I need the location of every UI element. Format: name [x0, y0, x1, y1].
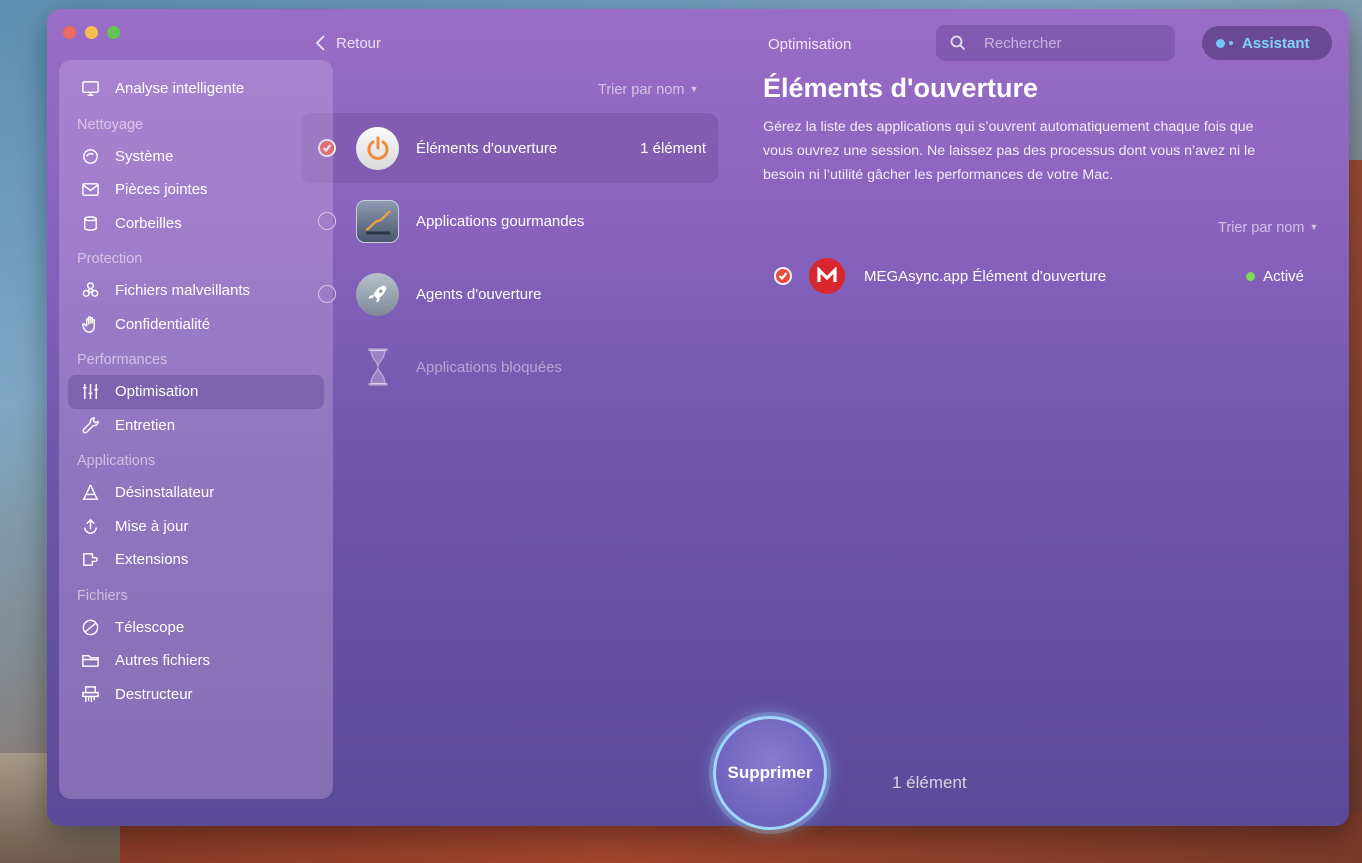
app-window: Analyse intelligente Nettoyage Système P… — [47, 9, 1349, 826]
sidebar-item-extensions[interactable]: Extensions — [68, 543, 324, 577]
minimize-window-button[interactable] — [85, 26, 98, 39]
detail-title: Éléments d'ouverture — [763, 73, 1038, 103]
sidebar-section-title: Fichiers — [77, 587, 128, 604]
sidebar-item-label: Système — [115, 147, 174, 165]
sidebar-item-optimization[interactable]: Optimisation — [68, 375, 324, 409]
monitor-icon — [80, 79, 100, 99]
page-header-title: Optimisation — [768, 36, 852, 53]
sidebar-item-label: Corbeilles — [115, 214, 182, 232]
uninstaller-icon — [80, 483, 100, 503]
window-controls — [63, 26, 120, 39]
item-name: MEGAsync.app Élément d'ouverture — [864, 267, 1107, 285]
sidebar-item-label: Mise à jour — [115, 517, 189, 535]
back-label: Retour — [336, 34, 382, 52]
mega-logo-icon — [809, 258, 845, 294]
category-label: Éléments d'ouverture — [416, 139, 558, 157]
sidebar-item-label: Autres fichiers — [115, 652, 211, 670]
sidebar-item-label: Entretien — [115, 416, 176, 434]
caret-down-icon: ▼ — [689, 84, 699, 94]
back-button[interactable]: Retour — [314, 34, 381, 52]
shredder-icon — [80, 684, 100, 704]
sidebar: Analyse intelligente Nettoyage Système P… — [59, 60, 333, 799]
sidebar-item-label: Pièces jointes — [115, 181, 208, 199]
assistant-dots-icon — [1216, 38, 1233, 48]
mail-attachment-icon — [80, 180, 100, 200]
rocket-icon — [356, 272, 399, 316]
sidebar-item-label: Fichiers malveillants — [115, 282, 251, 300]
category-login-items[interactable]: Éléments d'ouverture 1 élément — [301, 113, 718, 183]
category-launch-agents[interactable]: Agents d'ouverture — [301, 259, 718, 329]
sidebar-item-smart-scan[interactable]: Analyse intelligente — [68, 72, 324, 106]
item-status-label: Activé — [1263, 267, 1304, 285]
selected-count: 1 élément — [892, 773, 967, 792]
sidebar-item-malware[interactable]: Fichiers malveillants — [68, 274, 324, 308]
detail-description: Gérez la liste des applications qui s’ou… — [763, 119, 1256, 183]
sidebar-item-label: Télescope — [115, 618, 185, 636]
sidebar-item-label: Destructeur — [115, 685, 193, 703]
sidebar-item-maintenance[interactable]: Entretien — [68, 409, 324, 443]
sidebar-item-label: Analyse intelligente — [115, 80, 245, 98]
biohazard-icon — [80, 281, 100, 301]
assistant-button[interactable]: Assistant — [1202, 26, 1332, 60]
category-label: Applications gourmandes — [416, 212, 585, 230]
detail-sort-button[interactable]: Trier par nom ▼ — [1218, 220, 1318, 236]
category-blocked-apps: Applications bloquées — [301, 332, 718, 402]
sidebar-item-label: Confidentialité — [115, 315, 211, 333]
power-icon — [356, 126, 399, 170]
sidebar-section-title: Applications — [77, 453, 156, 469]
search-icon — [950, 35, 966, 51]
lens-icon — [80, 617, 100, 637]
sort-label: Trier par nom — [1218, 220, 1305, 236]
sort-label: Trier par nom — [598, 82, 685, 98]
system-junk-icon — [80, 146, 100, 166]
sidebar-item-shredder[interactable]: Destructeur — [68, 678, 324, 712]
category-label: Applications bloquées — [416, 358, 562, 376]
sidebar-item-attachments[interactable]: Pièces jointes — [68, 173, 324, 207]
sidebar-section-title: Performances — [77, 352, 168, 368]
category-count: 1 élément — [640, 139, 706, 157]
zoom-window-button[interactable] — [107, 26, 120, 39]
sidebar-item-uninstaller[interactable]: Désinstallateur — [68, 476, 324, 510]
sliders-icon — [80, 382, 100, 402]
login-item-row[interactable]: MEGAsync.app Élément d'ouverture Activé — [774, 256, 1304, 296]
sort-by-name-button[interactable]: Trier par nom ▼ — [598, 82, 698, 98]
sidebar-item-space-lens[interactable]: Télescope — [68, 611, 324, 645]
search-box[interactable] — [936, 25, 1175, 61]
wrench-icon — [80, 415, 100, 435]
caret-down-icon: ▼ — [1309, 222, 1319, 232]
sidebar-item-system[interactable]: Système — [68, 140, 324, 174]
category-heavy-consumers[interactable]: Applications gourmandes — [301, 186, 718, 256]
trash-icon — [80, 213, 100, 233]
item-checkbox[interactable] — [774, 267, 792, 285]
folder-icon — [80, 651, 100, 671]
search-input[interactable] — [984, 34, 1164, 52]
sidebar-item-trash[interactable]: Corbeilles — [68, 207, 324, 241]
updater-icon — [80, 516, 100, 536]
assistant-label: Assistant — [1242, 34, 1310, 52]
hand-icon — [80, 314, 100, 334]
sidebar-item-label: Désinstallateur — [115, 484, 215, 502]
hourglass-icon — [356, 346, 399, 389]
sidebar-item-other-files[interactable]: Autres fichiers — [68, 644, 324, 678]
chart-icon — [356, 199, 399, 243]
sidebar-item-label: Extensions — [115, 551, 189, 569]
category-label: Agents d'ouverture — [416, 285, 542, 303]
item-status: Activé — [1246, 268, 1304, 285]
sidebar-item-label: Optimisation — [115, 383, 199, 401]
sidebar-item-updater[interactable]: Mise à jour — [68, 510, 324, 544]
chevron-left-icon — [315, 35, 325, 51]
remove-button[interactable]: Supprimer — [713, 716, 827, 830]
sidebar-section-title: Nettoyage — [77, 116, 144, 133]
sidebar-item-privacy[interactable]: Confidentialité — [68, 308, 324, 342]
extensions-icon — [80, 550, 100, 570]
close-window-button[interactable] — [63, 26, 76, 39]
sidebar-section-title: Protection — [77, 251, 143, 267]
status-dot-icon — [1246, 271, 1256, 281]
